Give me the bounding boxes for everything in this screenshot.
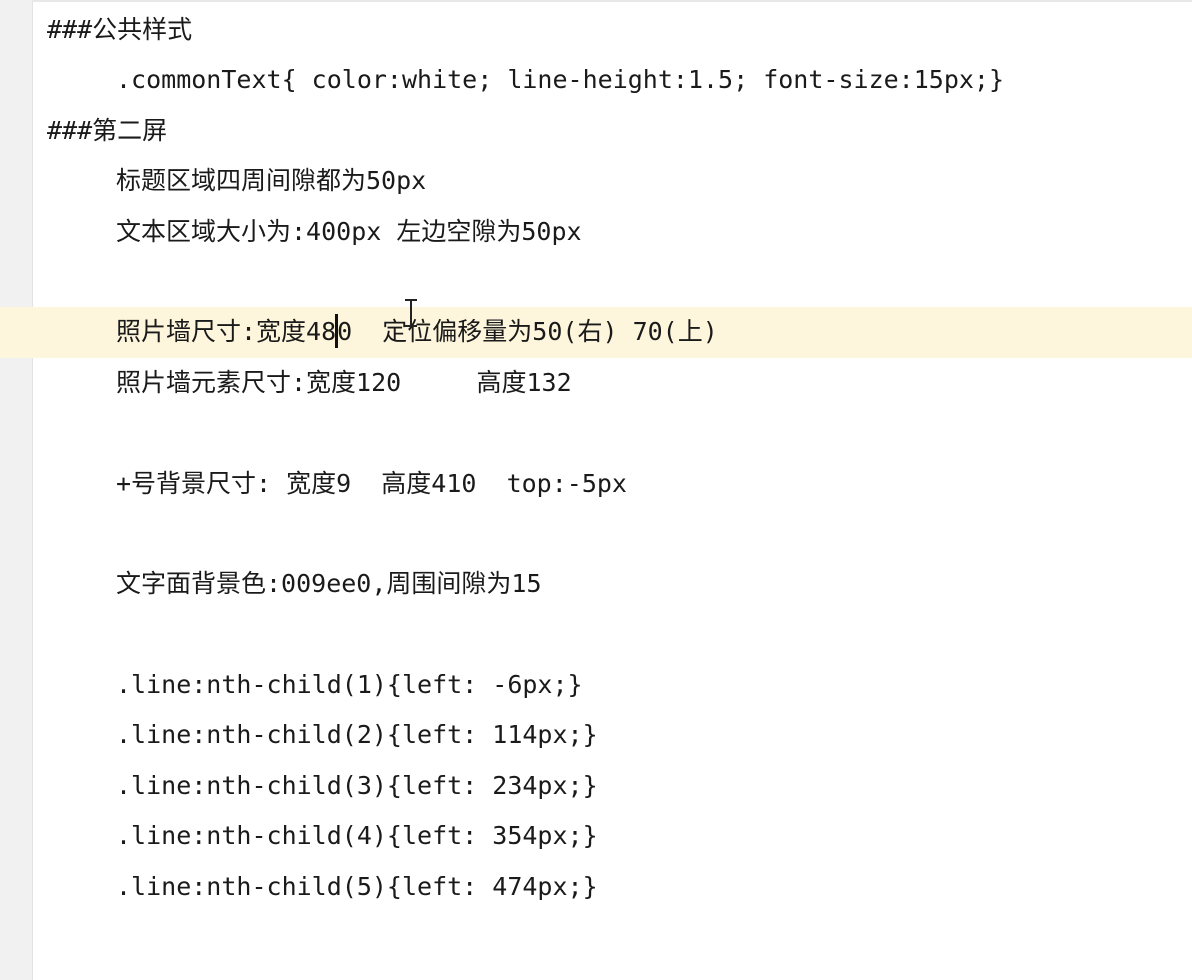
text-editor[interactable]: ###公共样式 .commonText{ color:white; line-h… (0, 5, 1192, 912)
editor-line-2[interactable]: .commonText{ color:white; line-height:1.… (33, 55, 1192, 105)
editor-line-17[interactable]: .line:nth-child(4){left: 354px;} (33, 811, 1192, 861)
editor-line-12[interactable]: 文字面背景色:009ee0,周围间隙为15 (33, 559, 1192, 609)
ibeam-cursor-icon (405, 299, 417, 329)
editor-line-9[interactable] (33, 408, 1192, 458)
current-line-text-after-caret: 0 定位偏移量为50(右) 70(上) (337, 317, 718, 347)
editor-line-14[interactable]: .line:nth-child(1){left: -6px;} (33, 660, 1192, 710)
editor-line-4[interactable]: 标题区域四周间隙都为50px (33, 156, 1192, 206)
editor-line-16[interactable]: .line:nth-child(3){left: 234px;} (33, 761, 1192, 811)
editor-top-border (32, 0, 1192, 2)
editor-line-18[interactable]: .line:nth-child(5){left: 474px;} (33, 862, 1192, 912)
editor-line-8[interactable]: 照片墙元素尺寸:宽度120 高度132 (33, 358, 1192, 408)
editor-line-7-current[interactable]: 照片墙尺寸:宽度480 定位偏移量为50(右) 70(上) (0, 299, 1192, 358)
current-line-text-before-caret: 照片墙尺寸:宽度48 (116, 317, 337, 347)
editor-line-3[interactable]: ###第二屏 (33, 106, 1192, 156)
editor-line-10[interactable]: +号背景尺寸: 宽度9 高度410 top:-5px (33, 459, 1192, 509)
editor-line-15[interactable]: .line:nth-child(2){left: 114px;} (33, 710, 1192, 760)
editor-line-11[interactable] (33, 509, 1192, 559)
editor-line-1[interactable]: ###公共样式 (33, 5, 1192, 55)
editor-gutter (0, 0, 33, 980)
editor-line-13[interactable] (33, 610, 1192, 660)
editor-line-6[interactable] (33, 257, 1192, 307)
editor-line-5[interactable]: 文本区域大小为:400px 左边空隙为50px (33, 207, 1192, 257)
text-caret (335, 314, 339, 349)
